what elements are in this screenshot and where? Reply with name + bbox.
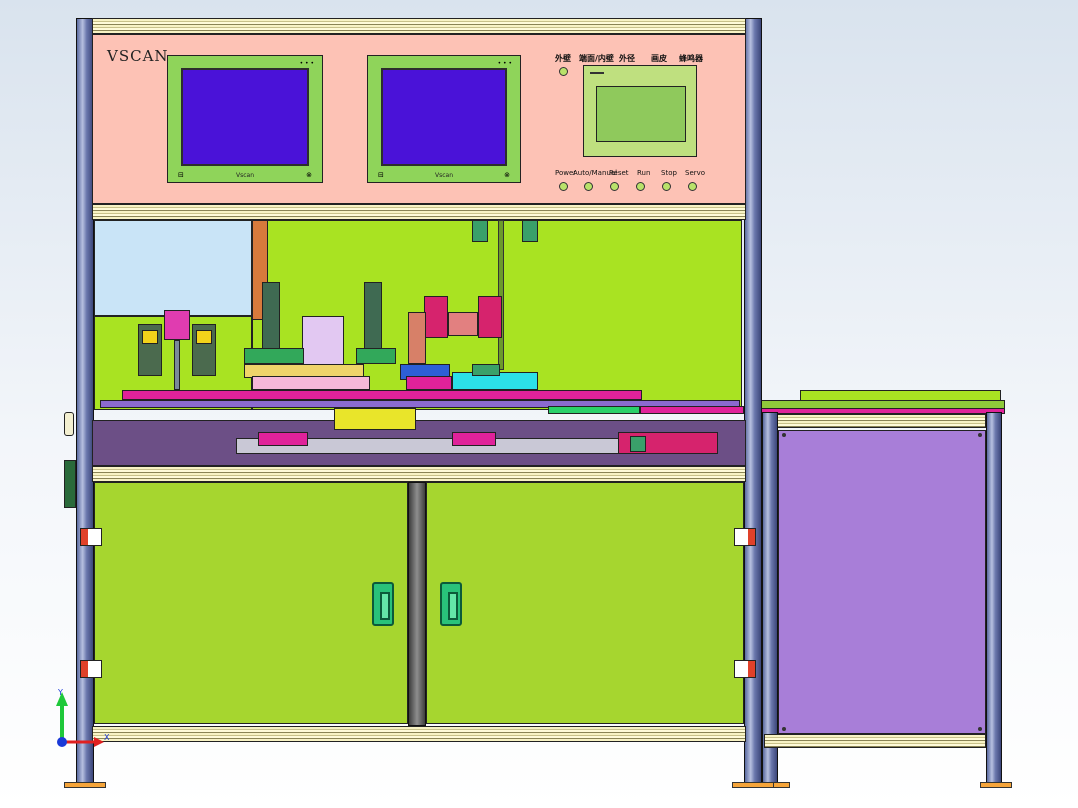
auto-manual-button [584, 182, 593, 191]
reset-button [610, 182, 619, 191]
x-axis-label: X [104, 733, 110, 742]
screw-dot [978, 727, 982, 731]
cylinder-block [408, 312, 426, 364]
camera-column [262, 282, 280, 352]
support-rod [174, 340, 180, 390]
power-icon: ⊟ [378, 171, 384, 179]
top-bracket [522, 220, 538, 242]
flat-light [448, 312, 478, 336]
stop-button [662, 182, 671, 191]
main-foot-left [64, 782, 106, 788]
side-latch [64, 460, 76, 508]
button-label-servo: Servo [685, 169, 706, 177]
frame-rail-bottom [92, 726, 746, 742]
main-foot-right [732, 782, 774, 788]
yellow-block [334, 408, 416, 430]
screw-dot [782, 727, 786, 731]
settings-icon: ⊗ [504, 171, 510, 179]
monitor-led: • • • [497, 60, 512, 67]
button-label-reset: Reset [609, 169, 629, 177]
side-latch [64, 412, 74, 436]
hinge-icon [80, 660, 102, 678]
window-opening [94, 220, 252, 316]
y-axis-label: Y [58, 688, 63, 697]
door-divider [408, 482, 426, 726]
camera-column [364, 282, 382, 352]
monitor-left: • • • Vscan ⊟ ⊗ [167, 55, 323, 183]
bracket-plate [302, 316, 344, 366]
screw-dot [978, 433, 982, 437]
monitor-led: • • • [299, 60, 314, 67]
conveyor-strip [548, 406, 640, 414]
conveyor-strip [640, 406, 744, 414]
button-label-run: Run [637, 169, 651, 177]
conveyor-rail [122, 390, 642, 400]
side-cabinet-door [778, 430, 986, 734]
servo-coupling [630, 436, 646, 452]
hmi-bar [590, 72, 604, 74]
cabinet-door-right [426, 482, 744, 724]
slider-block [452, 432, 496, 446]
side-foot-right [980, 782, 1012, 788]
button-label-stop: Stop [661, 169, 677, 177]
brand-logo: VSCAN [107, 47, 169, 65]
frame-rail-top [92, 18, 746, 34]
monitor-right: • • • Vscan ⊟ ⊗ [367, 55, 521, 183]
control-panel: VSCAN • • • Vscan ⊟ ⊗ • • • Vscan ⊟ ⊗ 外壁… [92, 34, 746, 204]
carriage-magenta [406, 376, 452, 390]
monitor-left-screen [181, 68, 309, 166]
hinge-icon [734, 528, 756, 546]
run-button [636, 182, 645, 191]
indicator-label: 外径 [619, 54, 635, 63]
screw-dot [782, 433, 786, 437]
cabinet-door-left [94, 482, 408, 724]
monitor-left-brand: Vscan [235, 172, 254, 179]
side-cabinet-post-left [762, 412, 778, 784]
hinge-icon [734, 660, 756, 678]
indicator-label: 端面/内壁 [579, 54, 614, 63]
frame-rail-mid [92, 204, 746, 220]
hmi-touch-panel [583, 65, 697, 157]
camera-mount [164, 310, 190, 340]
side-cabinet-post-right [986, 412, 1002, 784]
indicator-label: 画皮 [651, 54, 667, 63]
indicator-label: 蜂鸣器 [679, 54, 703, 63]
power-icon: ⊟ [178, 171, 184, 179]
fixture-base [244, 348, 304, 364]
hmi-screen [596, 86, 686, 142]
indicator-label: 外壁 [555, 54, 571, 63]
camera-lens [142, 330, 158, 344]
servo-button [688, 182, 697, 191]
side-cabinet-rail-top [764, 414, 986, 428]
hinge-icon [80, 528, 102, 546]
frame-rail-lower [92, 466, 746, 482]
stage-green [472, 364, 500, 376]
monitor-right-screen [381, 68, 507, 166]
vertical-rod [498, 220, 504, 370]
top-bracket [472, 220, 488, 242]
door-handle-right [440, 582, 462, 626]
door-handle-left [372, 582, 394, 626]
pallet-pink [252, 376, 370, 390]
machine-drawing: VSCAN • • • Vscan ⊟ ⊗ • • • Vscan ⊟ ⊗ 外壁… [0, 0, 1078, 808]
side-cabinet-rail-bottom [764, 734, 986, 748]
camera-lens [196, 330, 212, 344]
monitor-right-brand: Vscan [434, 172, 453, 179]
fixture-base [356, 348, 396, 364]
settings-icon: ⊗ [306, 171, 312, 179]
indicator-lamp [559, 67, 568, 76]
power-button [559, 182, 568, 191]
light-box [424, 296, 448, 338]
light-box [478, 296, 502, 338]
slider-block [258, 432, 308, 446]
